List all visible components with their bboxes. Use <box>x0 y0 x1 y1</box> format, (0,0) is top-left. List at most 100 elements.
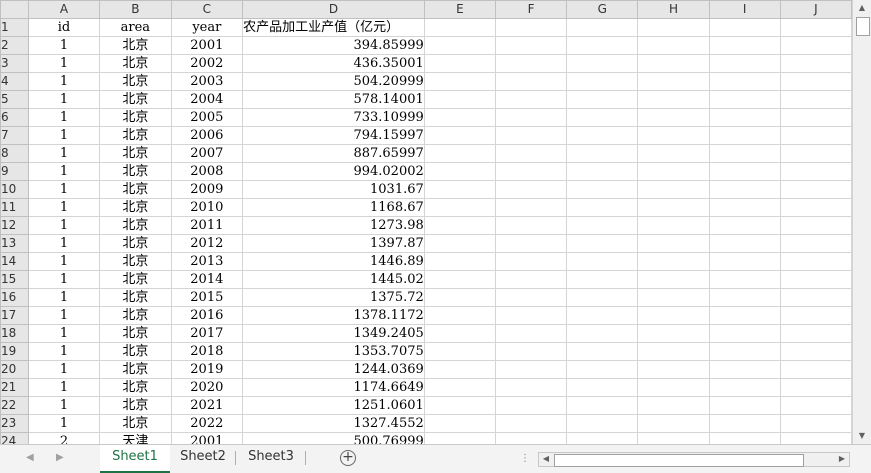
cell-empty[interactable] <box>494 324 568 343</box>
cell-empty[interactable] <box>779 72 852 91</box>
cell-empty[interactable] <box>637 162 710 181</box>
cell-empty[interactable] <box>708 288 781 307</box>
cell-empty[interactable] <box>566 162 639 181</box>
cell-value[interactable]: 1244.0369 <box>242 360 425 379</box>
cell-value[interactable]: 887.65997 <box>242 144 425 163</box>
cell-value[interactable]: 394.85999 <box>242 36 425 55</box>
cell-empty[interactable] <box>637 216 710 235</box>
cell-empty[interactable] <box>779 144 852 163</box>
cell-empty[interactable] <box>566 108 639 127</box>
cell-empty[interactable] <box>708 180 781 199</box>
cell-empty[interactable] <box>566 396 639 415</box>
cell-empty[interactable] <box>494 180 568 199</box>
cell-area[interactable]: 北京 <box>99 144 172 163</box>
cell-empty[interactable] <box>637 180 710 199</box>
cell-id[interactable]: 1 <box>27 54 101 73</box>
cell-empty[interactable] <box>779 234 852 253</box>
cell-empty[interactable] <box>494 252 568 271</box>
row-header[interactable]: 10 <box>0 180 29 199</box>
cell-empty[interactable] <box>566 144 639 163</box>
cell-area[interactable]: 北京 <box>99 126 172 145</box>
cell-value[interactable]: 1349.2405 <box>242 324 425 343</box>
add-sheet-icon[interactable]: + <box>340 450 356 466</box>
cell-empty[interactable] <box>423 90 496 109</box>
cell-empty[interactable] <box>423 306 496 325</box>
cell-empty[interactable] <box>423 342 496 361</box>
cell-year[interactable]: 2019 <box>170 360 244 379</box>
cell-empty[interactable] <box>423 252 496 271</box>
next-sheet-arrow-icon[interactable]: ▶ <box>56 452 64 463</box>
cell-empty[interactable] <box>779 432 852 444</box>
cell-value[interactable]: 1353.7075 <box>242 342 425 361</box>
cell-empty[interactable] <box>566 72 639 91</box>
column-header-a[interactable]: A <box>27 0 101 19</box>
cell-empty[interactable] <box>566 306 639 325</box>
cell-area[interactable]: 北京 <box>99 36 172 55</box>
cell-empty[interactable] <box>494 288 568 307</box>
cell-empty[interactable] <box>566 36 639 55</box>
cell-year[interactable]: 2022 <box>170 414 244 433</box>
cell-empty[interactable] <box>708 144 781 163</box>
cell-id[interactable]: 1 <box>27 324 101 343</box>
cell-empty[interactable] <box>637 72 710 91</box>
scroll-down-arrow-icon[interactable]: ▼ <box>853 428 871 444</box>
cell-empty[interactable] <box>708 54 781 73</box>
cell-empty[interactable] <box>779 18 852 37</box>
cell-empty[interactable] <box>708 36 781 55</box>
cell-empty[interactable] <box>708 72 781 91</box>
cell-id[interactable]: 1 <box>27 162 101 181</box>
cell-table[interactable]: ABCDEFGHIJ 1 id area year 农产品加工业产值（亿元） 2… <box>0 0 852 444</box>
row-header[interactable]: 15 <box>0 270 29 289</box>
cell-area[interactable]: 北京 <box>99 198 172 217</box>
cell-empty[interactable] <box>566 432 639 444</box>
horizontal-scrollbar[interactable]: ◀ ▶ <box>538 452 850 467</box>
cell-empty[interactable] <box>637 360 710 379</box>
cell-empty[interactable] <box>637 252 710 271</box>
cell-year[interactable]: 2005 <box>170 108 244 127</box>
cell-empty[interactable] <box>708 216 781 235</box>
cell-empty[interactable] <box>494 36 568 55</box>
cell-empty[interactable] <box>423 18 496 37</box>
cell-empty[interactable] <box>779 270 852 289</box>
cell-empty[interactable] <box>566 360 639 379</box>
cell-id[interactable]: 1 <box>27 252 101 271</box>
scroll-up-arrow-icon[interactable]: ▲ <box>853 0 871 16</box>
cell-year[interactable]: 2001 <box>170 36 244 55</box>
row-header[interactable]: 22 <box>0 396 29 415</box>
cell-id[interactable]: 1 <box>27 234 101 253</box>
cell-area[interactable]: 北京 <box>99 306 172 325</box>
cell-empty[interactable] <box>637 342 710 361</box>
cell-id[interactable]: 1 <box>27 342 101 361</box>
cell-year[interactable]: 2018 <box>170 342 244 361</box>
cell-value[interactable]: 1174.6649 <box>242 378 425 397</box>
cell-empty[interactable] <box>779 198 852 217</box>
horizontal-scroll-thumb[interactable] <box>554 454 804 467</box>
cell-id[interactable]: 1 <box>27 288 101 307</box>
cell-empty[interactable] <box>423 108 496 127</box>
row-header[interactable]: 11 <box>0 198 29 217</box>
cell-id[interactable]: 2 <box>27 432 101 444</box>
cell-empty[interactable] <box>708 432 781 444</box>
cell-area[interactable]: 北京 <box>99 414 172 433</box>
row-header[interactable]: 1 <box>0 18 29 37</box>
cell-empty[interactable] <box>779 324 852 343</box>
spreadsheet-grid[interactable]: ABCDEFGHIJ 1 id area year 农产品加工业产值（亿元） 2… <box>0 0 852 444</box>
cell-id[interactable]: 1 <box>27 378 101 397</box>
cell-value[interactable]: 794.15997 <box>242 126 425 145</box>
cell-empty[interactable] <box>708 198 781 217</box>
cell-value[interactable]: 1378.1172 <box>242 306 425 325</box>
cell-empty[interactable] <box>779 126 852 145</box>
cell-year[interactable]: 2021 <box>170 396 244 415</box>
cell-year[interactable]: 2003 <box>170 72 244 91</box>
cell-empty[interactable] <box>708 126 781 145</box>
cell-year[interactable]: 2013 <box>170 252 244 271</box>
cell-empty[interactable] <box>708 306 781 325</box>
cell-empty[interactable] <box>566 324 639 343</box>
cell-year[interactable]: 2012 <box>170 234 244 253</box>
cell-empty[interactable] <box>779 306 852 325</box>
cell-empty[interactable] <box>494 108 568 127</box>
cell-area[interactable]: 北京 <box>99 288 172 307</box>
cell-id[interactable]: 1 <box>27 306 101 325</box>
row-header[interactable]: 23 <box>0 414 29 433</box>
row-header[interactable]: 19 <box>0 342 29 361</box>
